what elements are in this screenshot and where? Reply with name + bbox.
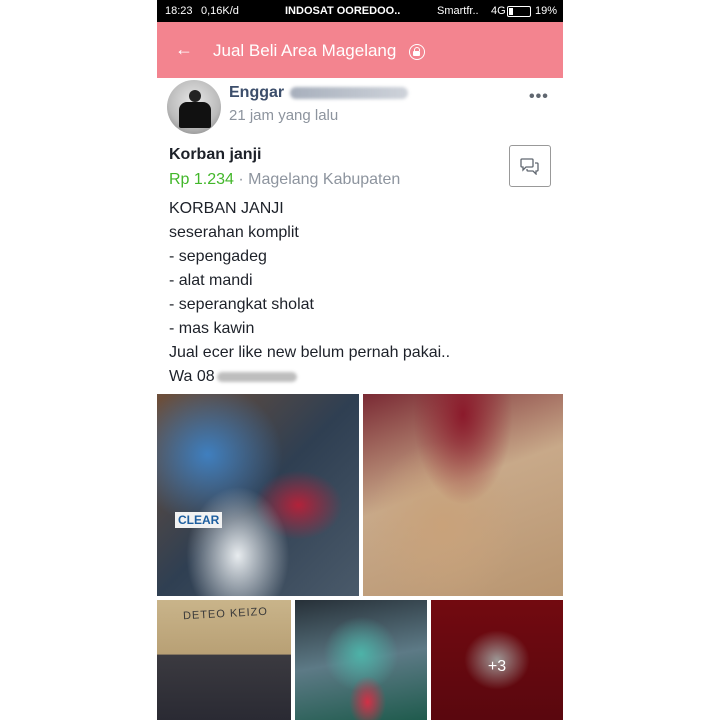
listing-price: Rp 1.234 [169, 171, 234, 188]
arrow-left-icon[interactable]: ← [175, 39, 193, 60]
phone-prefix: Wa 08 [169, 368, 215, 385]
redacted-phone [216, 371, 297, 382]
status-carrier-1: INDOSAT OOREDOO.. [285, 5, 401, 17]
price-line: Rp 1.234 · Magelang Kabupaten [169, 171, 400, 189]
app-bar: ← Jual Beli Area Magelang [157, 22, 563, 78]
more-dots-icon[interactable]: ••• [529, 88, 549, 106]
chat-bubbles-icon [520, 158, 539, 175]
battery-icon [507, 6, 531, 17]
author-name[interactable]: Enggar [229, 84, 409, 102]
avatar-body [179, 102, 211, 128]
separator-dot: · [238, 171, 244, 188]
status-battery: 19% [535, 5, 558, 17]
post-time: 21 jam yang lalu [229, 107, 339, 124]
photo-3[interactable]: DETEO KEIZO [157, 600, 291, 720]
status-carrier-2: Smartfr.. [437, 5, 479, 17]
status-time: 18:23 [165, 5, 193, 17]
status-network: 4G [491, 5, 506, 17]
more-photos-count: +3 [487, 658, 507, 675]
redacted-name [290, 86, 409, 99]
status-bar: 18:23 0,16K/d INDOSAT OOREDOO.. Smartfr.… [157, 0, 563, 22]
avatar-head [189, 90, 201, 102]
listing-location: Magelang Kabupaten [248, 171, 401, 188]
author-name-text: Enggar [229, 84, 285, 101]
photo-4[interactable] [295, 600, 427, 720]
box-label: DETEO KEIZO [182, 605, 269, 623]
status-speed: 0,16K/d [201, 5, 239, 17]
desc-line: - seperangkat sholat [169, 296, 314, 313]
group-title[interactable]: Jual Beli Area Magelang [213, 41, 396, 61]
message-seller-button[interactable] [509, 145, 551, 187]
lock-icon [409, 44, 425, 60]
desc-line: - mas kawin [169, 320, 255, 337]
desc-line: - alat mandi [169, 272, 253, 289]
listing-description: KORBAN JANJI seserahan komplit - sepenga… [169, 197, 450, 389]
desc-line-phone: Wa 08 [169, 365, 450, 389]
phone-screen: 18:23 0,16K/d INDOSAT OOREDOO.. Smartfr.… [157, 0, 563, 720]
photo-1[interactable]: CLEAR [157, 394, 359, 596]
photo-2[interactable] [363, 394, 563, 596]
shampoo-label: CLEAR [175, 512, 223, 528]
photo-5-more[interactable]: +3 [431, 600, 563, 720]
desc-line: seserahan komplit [169, 224, 299, 241]
desc-line: KORBAN JANJI [169, 200, 284, 217]
listing-title: Korban janji [169, 146, 262, 163]
desc-line: Jual ecer like new belum pernah pakai.. [169, 344, 451, 361]
avatar[interactable] [167, 80, 221, 134]
desc-line: - sepengadeg [169, 248, 267, 265]
